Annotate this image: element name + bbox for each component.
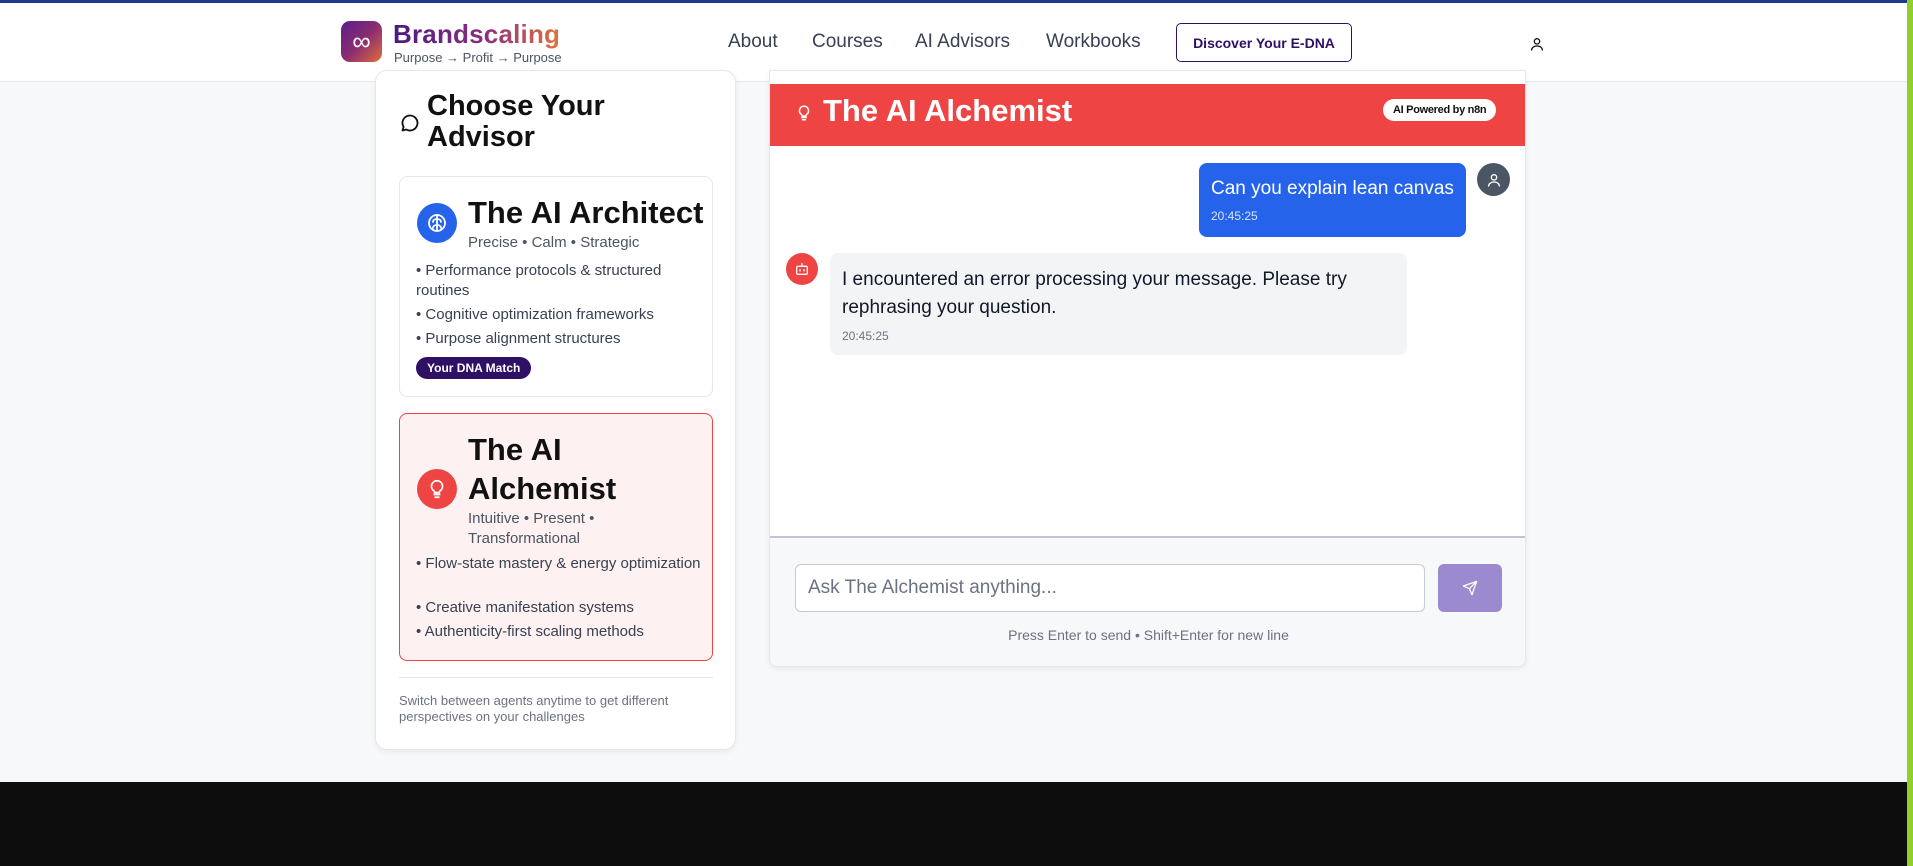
user-message: Can you explain lean canvas 20:45:25 [1199, 163, 1466, 237]
nav-courses[interactable]: Courses [812, 31, 883, 53]
advisor-feature: • Flow-state mastery & energy optimizati… [416, 555, 701, 572]
message-text: Can you explain lean canvas [1211, 178, 1454, 199]
chat-input[interactable] [795, 564, 1425, 612]
advisor-feature: • Creative manifestation systems [416, 599, 634, 616]
chat-title: The AI Alchemist [823, 93, 1073, 128]
chat-bubble-icon [401, 114, 419, 132]
discover-edna-button[interactable]: Discover Your E-DNA [1176, 23, 1352, 62]
site-footer [0, 782, 1907, 866]
advisor-card-architect[interactable]: The AI Architect Precise • Calm • Strate… [399, 176, 713, 397]
chat-header: The AI Alchemist AI Powered by n8n [770, 84, 1525, 146]
user-avatar [1477, 163, 1510, 196]
send-icon [1462, 580, 1478, 596]
advisor-feature: • Authenticity-first scaling methods [416, 623, 644, 640]
send-button[interactable] [1438, 564, 1502, 612]
advisor-name: The AI Alchemist [468, 432, 617, 506]
advisor-sidebar: Choose Your Advisor The AI Architect Pre… [375, 70, 736, 750]
message-time: 20:45:25 [1211, 209, 1258, 223]
chat-panel: The AI Alchemist AI Powered by n8n Can y… [769, 70, 1526, 667]
advisor-card-alchemist[interactable]: The AI Alchemist Intuitive • Present • T… [399, 413, 713, 661]
nav-workbooks[interactable]: Workbooks [1046, 31, 1141, 53]
advisor-feature: • Purpose alignment structures [416, 330, 621, 347]
chat-input-area: Press Enter to send • Shift+Enter for ne… [770, 536, 1525, 666]
message-time: 20:45:25 [842, 329, 889, 343]
sidebar-footer-note: Switch between agents anytime to get dif… [399, 693, 669, 724]
dna-match-badge: Your DNA Match [416, 357, 532, 379]
brain-icon [417, 203, 457, 243]
brand-logo[interactable]: ∞ [341, 21, 382, 62]
infinity-icon: ∞ [352, 26, 371, 56]
advisor-name: The AI Architect [468, 195, 704, 230]
powered-by-badge: AI Powered by n8n [1383, 99, 1497, 121]
input-hint: Press Enter to send • Shift+Enter for ne… [1008, 627, 1289, 643]
nav-about[interactable]: About [728, 31, 778, 53]
advisor-feature: • Performance protocols & structured rou… [416, 262, 662, 299]
advisor-traits: Intuitive • Present • Transformational [468, 510, 595, 547]
brand-name[interactable]: Brandscaling [393, 19, 560, 50]
user-icon [1487, 173, 1500, 187]
nav-ai-advisors[interactable]: AI Advisors [915, 31, 1010, 53]
sidebar-title: Choose Your Advisor [427, 90, 605, 153]
bot-message: I encountered an error processing your m… [830, 253, 1407, 355]
lightbulb-icon [417, 469, 457, 509]
advisor-traits: Precise • Calm • Strategic [468, 234, 640, 251]
sidebar-divider [399, 677, 713, 678]
lightbulb-icon [798, 105, 810, 121]
bot-icon [796, 263, 808, 275]
message-text: I encountered an error processing your m… [842, 269, 1347, 318]
window-edge [1907, 0, 1913, 866]
advisor-feature: • Cognitive optimization frameworks [416, 306, 654, 323]
brand-tagline: Purpose → Profit → Purpose [394, 50, 562, 65]
bot-avatar [786, 253, 818, 285]
user-icon[interactable] [1529, 36, 1545, 52]
